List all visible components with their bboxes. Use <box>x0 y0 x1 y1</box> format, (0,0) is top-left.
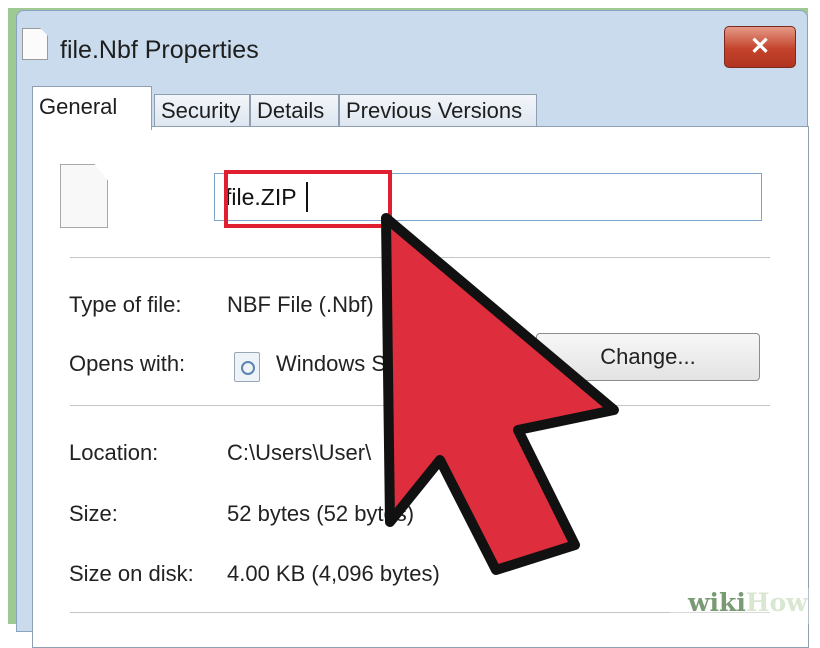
size-value: 52 bytes (52 bytes) <box>227 501 415 526</box>
separator <box>70 257 770 258</box>
filename-input[interactable] <box>214 173 762 221</box>
tab-details[interactable]: Details <box>250 94 339 126</box>
type-label: Type of file: <box>69 292 182 317</box>
close-button[interactable]: ✕ <box>724 26 796 68</box>
text-caret <box>306 182 308 212</box>
opens-with-value: Windows S <box>276 351 387 376</box>
application-icon <box>234 352 260 382</box>
document-icon <box>22 28 48 60</box>
tab-previous-versions[interactable]: Previous Versions <box>339 94 537 126</box>
change-button[interactable]: Change... <box>536 333 760 381</box>
location-value: C:\Users\User\ <box>227 440 372 465</box>
window-title: file.Nbf Properties <box>60 36 259 64</box>
size-label: Size: <box>69 501 118 526</box>
blank-file-icon <box>60 164 108 228</box>
opens-with-label: Opens with: <box>69 351 186 376</box>
wikihow-watermark: wikiHow <box>670 588 820 624</box>
size-on-disk-label: Size on disk: <box>69 561 194 586</box>
type-value: NBF File (.Nbf) <box>227 292 374 317</box>
watermark-wiki: wiki <box>688 588 746 617</box>
separator <box>70 405 770 406</box>
location-label: Location: <box>69 440 159 465</box>
size-on-disk-value: 4.00 KB (4,096 bytes) <box>227 561 440 586</box>
tab-security[interactable]: Security <box>154 94 250 126</box>
tab-general[interactable]: General <box>32 86 152 130</box>
separator <box>70 612 770 613</box>
watermark-how: How <box>745 588 808 617</box>
